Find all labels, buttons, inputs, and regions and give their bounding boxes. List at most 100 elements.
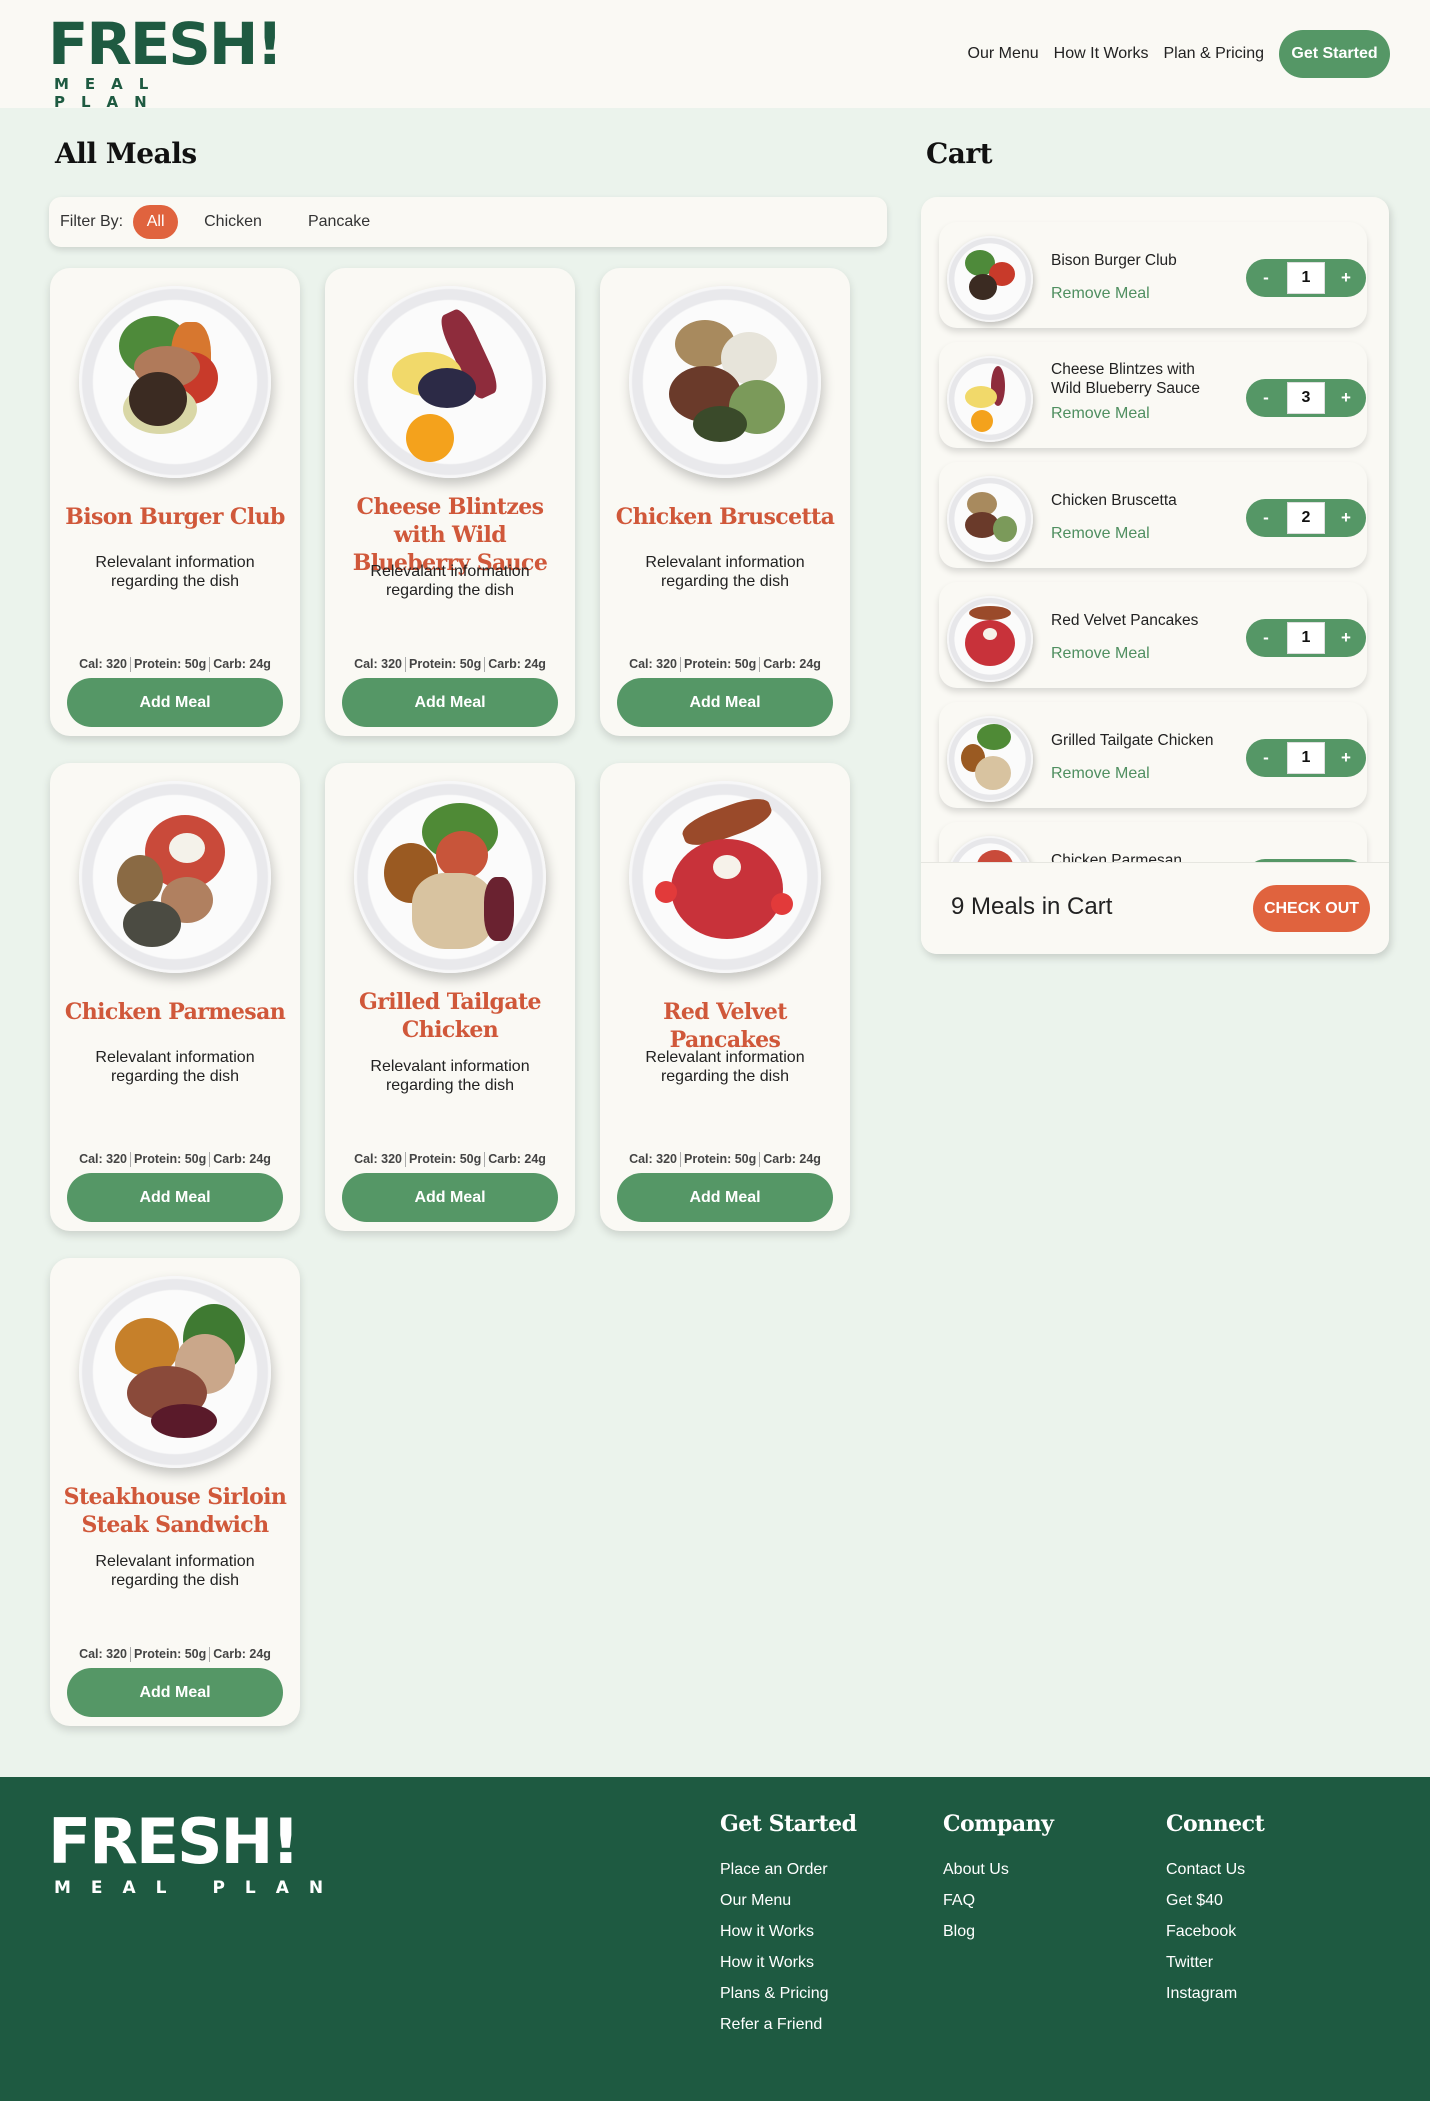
cart-item-name: Chicken Parmesan: [1051, 852, 1182, 862]
footer-link[interactable]: How it Works: [720, 1947, 857, 1978]
nav-plan-pricing[interactable]: Plan & Pricing: [1164, 45, 1265, 63]
add-meal-button[interactable]: Add Meal: [617, 678, 833, 727]
footer-link[interactable]: FAQ: [943, 1885, 1053, 1916]
quantity-value[interactable]: 2: [1287, 502, 1325, 534]
decrease-button[interactable]: -: [1251, 623, 1281, 653]
meal-macros: Cal: 320 Protein: 50g Carb: 24g: [325, 657, 575, 673]
checkout-button[interactable]: CHECK OUT: [1253, 885, 1370, 932]
logo-subtitle: MEAL PLAN: [54, 1878, 344, 1898]
cart-panel: Bison Burger Club Remove Meal - 1 + Chee…: [921, 197, 1389, 954]
nav-our-menu[interactable]: Our Menu: [968, 45, 1039, 63]
footer-logo[interactable]: FRESH! MEAL PLAN: [48, 1811, 344, 1899]
filter-label: Filter By:: [60, 213, 124, 230]
add-meal-button[interactable]: Add Meal: [67, 1668, 283, 1717]
cart-count: 9 Meals in Cart: [951, 893, 1113, 920]
footer-link[interactable]: Facebook: [1166, 1916, 1264, 1947]
quantity-value[interactable]: 1: [1287, 742, 1325, 774]
meal-description: Relevalant information regarding the dis…: [370, 1058, 530, 1094]
meal-image: [79, 781, 271, 973]
remove-meal-link[interactable]: Remove Meal: [1051, 765, 1150, 783]
cart-summary: 9 Meals in Cart CHECK OUT: [921, 862, 1389, 954]
get-started-button[interactable]: Get Started: [1279, 30, 1390, 78]
cart-item-name: Chicken Bruscetta: [1051, 492, 1177, 509]
cart-item: Chicken Bruscetta Remove Meal - 2 +: [939, 462, 1367, 568]
remove-meal-link[interactable]: Remove Meal: [1051, 285, 1150, 303]
logo-subtitle: MEAL PLAN: [54, 75, 165, 111]
nav-how-it-works[interactable]: How It Works: [1054, 45, 1149, 63]
decrease-button[interactable]: -: [1251, 503, 1281, 533]
decrease-button[interactable]: -: [1251, 743, 1281, 773]
meal-macros: Cal: 320 Protein: 50g Carb: 24g: [50, 1152, 300, 1168]
meal-description: Relevalant information regarding the dis…: [645, 554, 805, 590]
footer-link[interactable]: Contact Us: [1166, 1854, 1264, 1885]
macro-protein: Protein: 50g: [684, 657, 757, 671]
increase-button[interactable]: +: [1331, 623, 1361, 653]
add-meal-button[interactable]: Add Meal: [617, 1173, 833, 1222]
remove-meal-link[interactable]: Remove Meal: [1051, 525, 1150, 543]
add-meal-button[interactable]: Add Meal: [342, 1173, 558, 1222]
footer-link[interactable]: Plans & Pricing: [720, 1978, 857, 2009]
footer-link[interactable]: Instagram: [1166, 1978, 1264, 2009]
macro-cal: Cal: 320: [629, 657, 678, 671]
footer-column-connect: Connect Contact Us Get $40 Facebook Twit…: [1166, 1811, 1265, 2009]
footer-link[interactable]: Refer a Friend: [720, 2009, 857, 2040]
macro-protein: Protein: 50g: [134, 1152, 207, 1166]
brand-logo[interactable]: FRESH! MEAL PLAN: [48, 15, 283, 111]
footer-link[interactable]: How it Works: [720, 1916, 857, 1947]
meal-image: [79, 286, 271, 478]
meal-title: Red Velvet Pancakes: [663, 999, 787, 1053]
macro-protein: Protein: 50g: [684, 1152, 757, 1166]
meal-description: Relevalant information regarding the dis…: [95, 554, 255, 590]
cart-item-image: [947, 836, 1033, 862]
increase-button[interactable]: +: [1331, 743, 1361, 773]
remove-meal-link[interactable]: Remove Meal: [1051, 405, 1150, 423]
cart-item-name: Bison Burger Club: [1051, 252, 1177, 269]
macro-cal: Cal: 320: [629, 1152, 678, 1166]
meal-card: Steakhouse Sirloin Steak Sandwich Releva…: [50, 1258, 300, 1726]
increase-button[interactable]: +: [1331, 263, 1361, 293]
add-meal-button[interactable]: Add Meal: [67, 1173, 283, 1222]
remove-meal-link[interactable]: Remove Meal: [1051, 645, 1150, 663]
cart-item: Chicken Parmesan Remove Meal - 1 +: [939, 822, 1367, 862]
footer-link[interactable]: Our Menu: [720, 1885, 857, 1916]
add-meal-button[interactable]: Add Meal: [342, 678, 558, 727]
macro-carb: Carb: 24g: [213, 1647, 271, 1661]
footer-link[interactable]: Blog: [943, 1916, 1053, 1947]
footer-column-title: Get Started: [720, 1811, 857, 1837]
meal-macros: Cal: 320 Protein: 50g Carb: 24g: [600, 657, 850, 673]
quantity-value[interactable]: 1: [1287, 262, 1325, 294]
add-meal-button[interactable]: Add Meal: [67, 678, 283, 727]
decrease-button[interactable]: -: [1251, 383, 1281, 413]
site-header: FRESH! MEAL PLAN Our Menu How It Works P…: [0, 0, 1430, 111]
meal-card: Grilled Tailgate Chicken Relevalant info…: [325, 763, 575, 1231]
meal-macros: Cal: 320 Protein: 50g Carb: 24g: [325, 1152, 575, 1168]
increase-button[interactable]: +: [1331, 383, 1361, 413]
cart-list[interactable]: Bison Burger Club Remove Meal - 1 + Chee…: [921, 197, 1389, 862]
filter-chip-pancake[interactable]: Pancake: [290, 205, 388, 239]
filter-chip-all[interactable]: All: [133, 205, 179, 239]
meal-title: Bison Burger Club: [65, 504, 285, 530]
logo-word: FRESH!: [48, 10, 283, 78]
footer-link[interactable]: Place an Order: [720, 1854, 857, 1885]
all-meals-heading: All Meals: [55, 137, 197, 170]
footer-column-title: Company: [943, 1811, 1054, 1837]
macro-carb: Carb: 24g: [488, 657, 546, 671]
logo-word: FRESH!: [48, 1805, 300, 1878]
macro-cal: Cal: 320: [79, 1152, 128, 1166]
macro-protein: Protein: 50g: [409, 1152, 482, 1166]
decrease-button[interactable]: -: [1251, 263, 1281, 293]
cart-item-image: [947, 356, 1033, 442]
macro-cal: Cal: 320: [354, 657, 403, 671]
meal-description: Relevalant information regarding the dis…: [645, 1049, 805, 1085]
meal-title: Steakhouse Sirloin Steak Sandwich: [63, 1484, 287, 1538]
footer-link[interactable]: About Us: [943, 1854, 1053, 1885]
increase-button[interactable]: +: [1331, 503, 1361, 533]
cart-item: Bison Burger Club Remove Meal - 1 +: [939, 222, 1367, 328]
footer-link[interactable]: Twitter: [1166, 1947, 1264, 1978]
meal-image: [354, 781, 546, 973]
quantity-value[interactable]: 1: [1287, 622, 1325, 654]
quantity-value[interactable]: 3: [1287, 382, 1325, 414]
filter-chip-chicken[interactable]: Chicken: [186, 205, 280, 239]
footer-link[interactable]: Get $40: [1166, 1885, 1264, 1916]
cart-item-image: [947, 476, 1033, 562]
